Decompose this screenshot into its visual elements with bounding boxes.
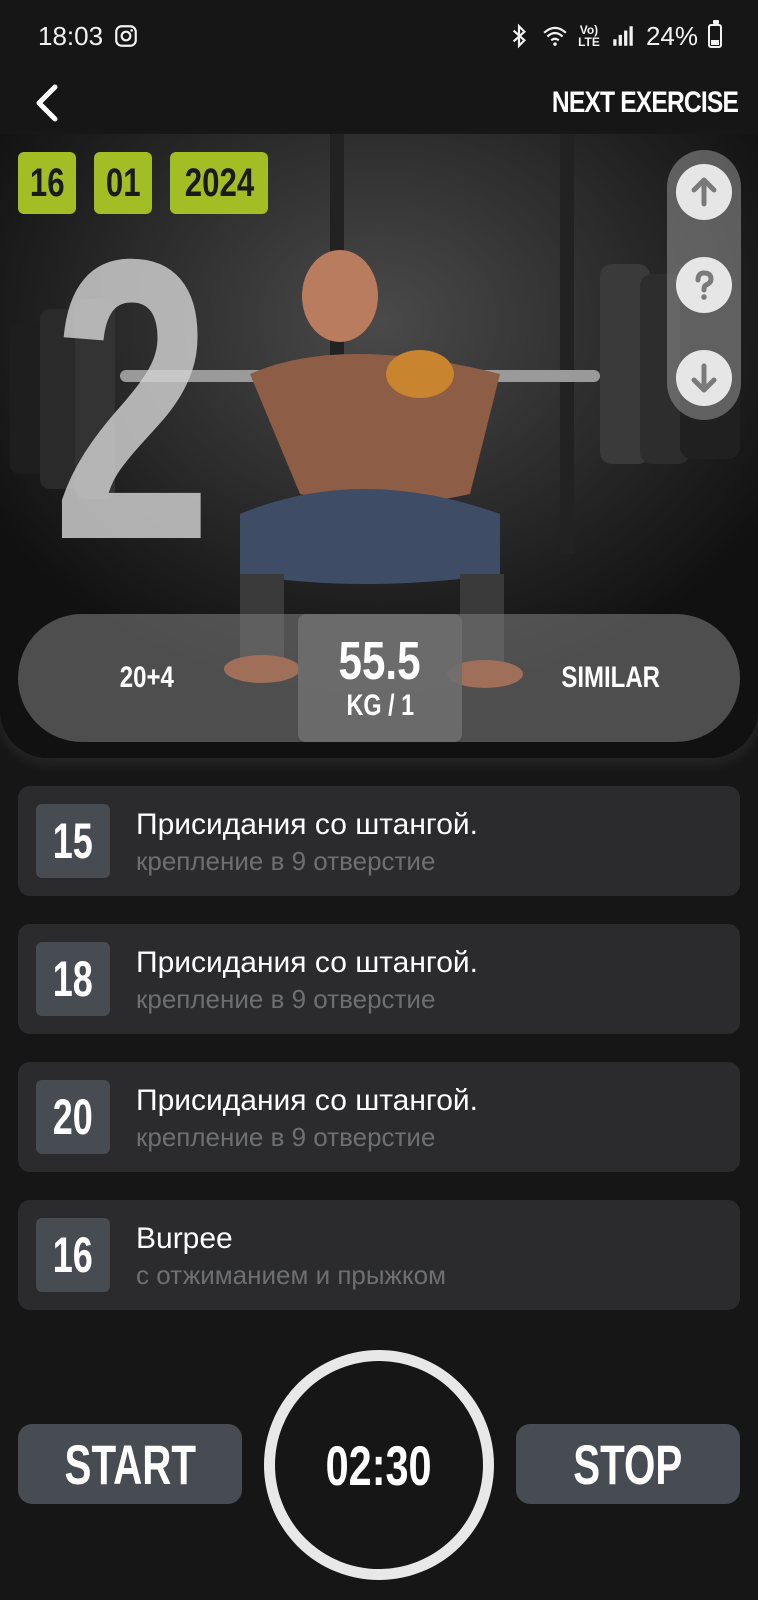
- exercise-list: 15 Присидания со штангой. крепление в 9 …: [18, 786, 740, 1338]
- question-icon: [695, 270, 714, 300]
- exercise-item[interactable]: 20 Присидания со штангой. крепление в 9 …: [18, 1062, 740, 1172]
- start-button[interactable]: START: [18, 1424, 242, 1504]
- exercise-item[interactable]: 18 Присидания со штангой. крепление в 9 …: [18, 924, 740, 1034]
- signal-icon: [613, 26, 633, 46]
- move-down-button[interactable]: [676, 350, 732, 406]
- arrow-down-icon: [691, 363, 717, 393]
- bluetooth-icon: [512, 23, 526, 49]
- exercise-item[interactable]: 16 Burpee с отжиманием и прыжком: [18, 1200, 740, 1310]
- rep-count-badge: 16: [36, 1218, 110, 1292]
- exercise-subtitle: крепление в 9 отверстие: [136, 846, 436, 876]
- side-control-panel: [667, 150, 741, 420]
- battery-percent: 24%: [645, 20, 698, 51]
- back-button[interactable]: [26, 78, 66, 128]
- exercise-subtitle: крепление в 9 отверстие: [136, 984, 436, 1014]
- exercise-hero: 16 01 2024 2 20+4 55.5 KG / 1 SIMILAR: [0, 134, 758, 758]
- reps-button[interactable]: 20+4: [18, 614, 276, 742]
- status-bar: 18:03 Vo) LTE 24%: [0, 0, 758, 72]
- rep-count-badge: 20: [36, 1080, 110, 1154]
- status-right: Vo) LTE 24%: [506, 20, 722, 52]
- instagram-icon: [115, 25, 137, 47]
- weight-unit: KG / 1: [346, 689, 414, 722]
- exercise-subtitle: крепление в 9 отверстие: [136, 1122, 436, 1152]
- arrow-up-icon: [691, 177, 717, 207]
- rep-count-badge: 18: [36, 942, 110, 1016]
- exercise-title: Присидания со штангой.: [136, 946, 478, 979]
- wifi-icon: [543, 26, 567, 46]
- status-left: 18:03: [38, 21, 139, 52]
- move-up-button[interactable]: [676, 164, 732, 220]
- help-button[interactable]: [676, 257, 732, 313]
- set-number: 2: [52, 176, 213, 623]
- exercise-title: Присидания со штангой.: [136, 1084, 478, 1117]
- next-exercise-button[interactable]: NEXT EXERCISE: [552, 86, 739, 120]
- stop-button[interactable]: STOP: [516, 1424, 740, 1504]
- rep-count-badge: 15: [36, 804, 110, 878]
- rest-timer[interactable]: 02:30: [264, 1350, 494, 1580]
- battery-icon: [708, 20, 722, 48]
- volte-icon: Vo) LTE: [578, 23, 600, 49]
- weight-display[interactable]: 55.5 KG / 1: [298, 614, 462, 742]
- exercise-subtitle: с отжиманием и прыжком: [136, 1260, 446, 1290]
- back-arrow-icon: [36, 84, 58, 122]
- weight-value: 55.5: [338, 631, 421, 691]
- clock: 18:03: [38, 20, 104, 51]
- similar-button[interactable]: SIMILAR: [482, 614, 740, 742]
- exercise-title: Burpee: [136, 1222, 233, 1255]
- set-info-bar: 20+4 55.5 KG / 1 SIMILAR: [18, 614, 740, 742]
- exercise-title: Присидания со штангой.: [136, 808, 478, 841]
- exercise-item[interactable]: 15 Присидания со штангой. крепление в 9 …: [18, 786, 740, 896]
- top-nav: NEXT EXERCISE: [0, 72, 758, 134]
